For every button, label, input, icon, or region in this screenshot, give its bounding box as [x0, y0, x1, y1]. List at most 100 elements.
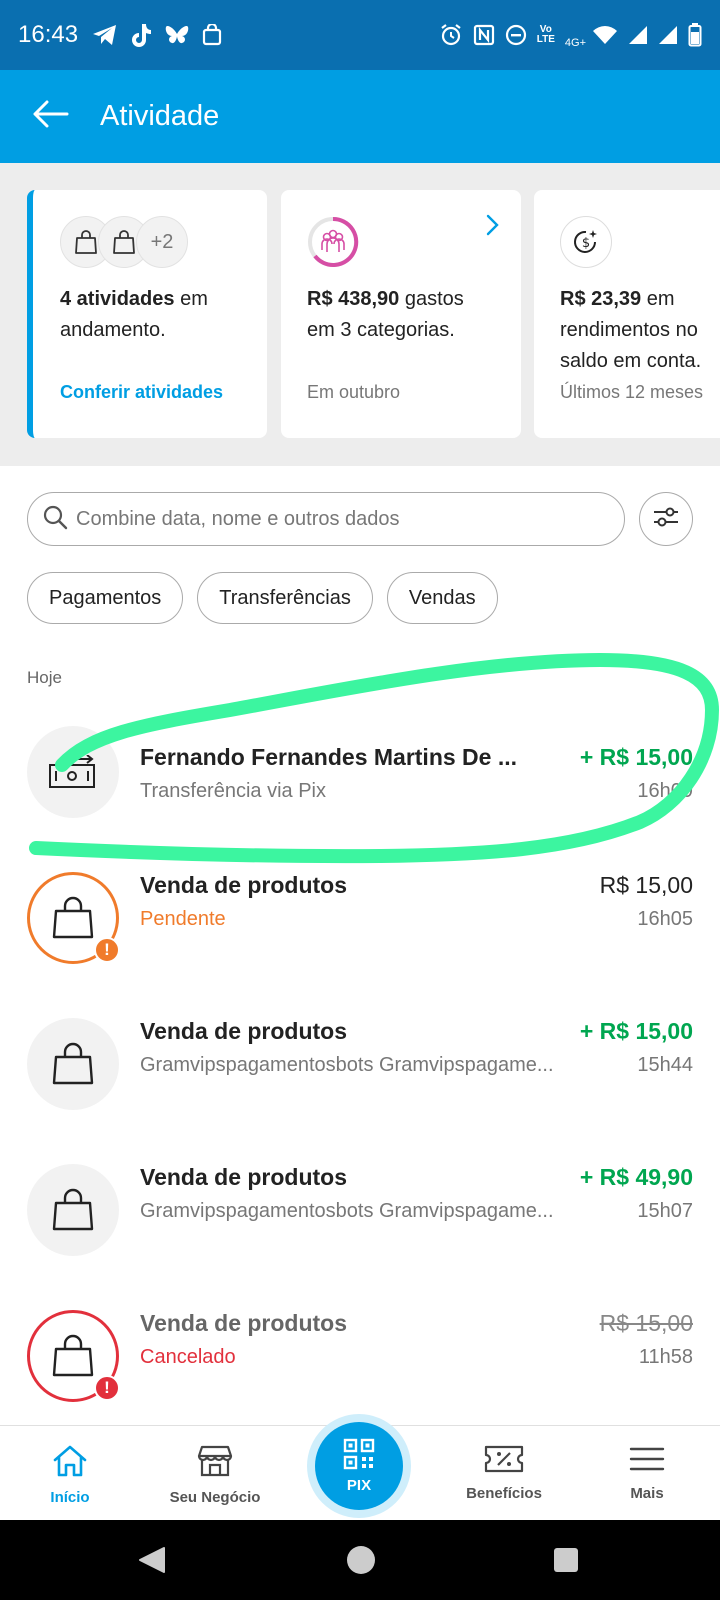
- qr-code-icon: [343, 1438, 375, 1475]
- chip-payments[interactable]: Pagamentos: [27, 572, 184, 624]
- transaction-amount: + R$ 49,90: [579, 1164, 693, 1190]
- summary-carousel[interactable]: +2 4 atividades em andamento. Conferir a…: [0, 163, 720, 466]
- nav-benefits-label: Benefícios: [466, 1485, 542, 1502]
- do-not-disturb-icon: [505, 24, 527, 46]
- status-bar: 16:43 Vo LTE 4G+: [0, 0, 720, 70]
- cancelled-alert-icon: !: [94, 1375, 120, 1401]
- system-navigation-bar: [0, 1520, 720, 1600]
- transaction-amount: + R$ 15,00: [579, 1018, 693, 1044]
- transaction-time: 16h09: [637, 780, 693, 802]
- nav-pix-label: PIX: [346, 1477, 372, 1494]
- shopping-bag-icon: [27, 1164, 119, 1256]
- back-button[interactable]: [0, 70, 100, 163]
- filter-chips: Pagamentos Transferências Vendas: [27, 572, 498, 624]
- transaction-amount: R$ 15,00: [599, 872, 693, 898]
- tiktok-icon: [130, 23, 152, 47]
- transaction-time: 15h07: [637, 1200, 693, 1222]
- earnings-period: Últimos 12 meses: [560, 382, 704, 402]
- page-title: Atividade: [100, 100, 220, 132]
- earnings-summary: R$ 23,39 em rendimentos no saldo em cont…: [560, 288, 702, 372]
- spending-period: Em outubro: [307, 382, 401, 402]
- transaction-title: Fernando Fernandes Martins De ...: [140, 744, 518, 770]
- nav-business[interactable]: Seu Negócio: [150, 1426, 280, 1521]
- money-transfer-icon: [27, 726, 119, 818]
- transaction-title: Venda de produtos: [140, 872, 348, 898]
- transaction-status: Cancelado: [140, 1346, 236, 1368]
- shopping-bag-icon: !: [27, 872, 120, 964]
- more-activities-count: +2: [136, 216, 188, 268]
- search-input[interactable]: [76, 507, 576, 531]
- nfc-icon: [473, 24, 495, 46]
- nav-more[interactable]: Mais: [582, 1426, 712, 1521]
- arrow-left-icon: [31, 99, 69, 134]
- status-time: 16:43: [18, 21, 79, 48]
- transaction-status: Pendente: [140, 908, 226, 930]
- svg-text:$: $: [582, 236, 590, 251]
- battery-icon: [688, 23, 702, 47]
- section-label-today: Hoje: [27, 668, 62, 687]
- transaction-title: Venda de produtos: [140, 1164, 348, 1190]
- filter-sliders-icon: [652, 505, 680, 534]
- signal-icon: [628, 25, 648, 45]
- transaction-time: 11h58: [638, 1346, 693, 1368]
- volte-icon: Vo LTE: [536, 24, 555, 45]
- menu-icon: [629, 1444, 665, 1479]
- system-recents-icon[interactable]: [553, 1547, 579, 1578]
- system-back-icon[interactable]: [138, 1546, 166, 1579]
- discount-ticket-icon: [484, 1444, 524, 1479]
- store-icon: [197, 1444, 233, 1483]
- search-icon: [42, 504, 68, 535]
- filter-button[interactable]: [639, 492, 693, 546]
- activity-avatars: +2: [60, 216, 241, 268]
- signal-icon: [658, 25, 678, 45]
- transaction-row[interactable]: Venda de produtos Gramvipspagamentosbots…: [0, 1148, 720, 1268]
- system-home-icon[interactable]: [346, 1545, 376, 1580]
- check-activities-link[interactable]: Conferir atividades: [60, 382, 223, 403]
- transaction-time: 16h05: [637, 908, 693, 930]
- activities-summary: 4 atividades em andamento.: [60, 288, 208, 341]
- shopping-bag-icon: [202, 24, 222, 46]
- shopping-bag-icon: [27, 1018, 119, 1110]
- transaction-row[interactable]: ! Venda de produtos Pendente R$ 15,00 16…: [0, 856, 720, 976]
- app-bar: Atividade: [0, 70, 720, 163]
- transaction-title: Venda de produtos: [140, 1018, 348, 1044]
- pending-alert-icon: !: [94, 937, 120, 963]
- status-right-icons: Vo LTE 4G+: [439, 21, 702, 49]
- nav-home-label: Início: [50, 1489, 90, 1506]
- transaction-amount: R$ 15,00: [599, 1310, 693, 1336]
- transaction-row[interactable]: Fernando Fernandes Martins De ... Transf…: [0, 710, 720, 830]
- search-row: [27, 492, 693, 546]
- transaction-time: 15h44: [637, 1054, 693, 1076]
- transaction-subtitle: Gramvipspagamentosbots Gramvipspagame...: [140, 1054, 554, 1076]
- transaction-row[interactable]: Venda de produtos Gramvipspagamentosbots…: [0, 1002, 720, 1122]
- nav-home[interactable]: Início: [5, 1426, 135, 1521]
- earnings-icon: $: [560, 216, 612, 268]
- spending-categories-icon: [307, 216, 359, 268]
- activities-card[interactable]: +2 4 atividades em andamento. Conferir a…: [27, 190, 267, 438]
- telegram-icon: [92, 24, 118, 46]
- nav-pix-button[interactable]: PIX: [307, 1414, 411, 1518]
- transaction-amount: + R$ 15,00: [579, 744, 693, 770]
- nav-benefits[interactable]: Benefícios: [439, 1426, 569, 1521]
- shopping-bag-icon: !: [27, 1310, 120, 1402]
- bluesky-icon: [164, 24, 190, 46]
- network-type: 4G+: [564, 37, 586, 49]
- spending-card[interactable]: R$ 438,90 gastos em 3 categorias. Em out…: [281, 190, 521, 438]
- search-box[interactable]: [27, 492, 626, 546]
- bottom-navigation: Início Seu Negócio PIX Benefícios Mais: [0, 1414, 720, 1521]
- alarm-icon: [439, 23, 463, 47]
- nav-more-label: Mais: [630, 1485, 664, 1502]
- home-icon: [52, 1444, 88, 1483]
- earnings-card[interactable]: $ R$ 23,39 em rendimentos no saldo em co…: [534, 190, 720, 438]
- chip-sales[interactable]: Vendas: [386, 572, 498, 624]
- nav-business-label: Seu Negócio: [169, 1489, 261, 1506]
- status-left-icons: [92, 23, 222, 47]
- transaction-row[interactable]: ! Venda de produtos Cancelado R$ 15,00 1…: [0, 1294, 720, 1414]
- chevron-right-icon[interactable]: [485, 214, 499, 241]
- spending-summary: R$ 438,90 gastos em 3 categorias.: [307, 288, 464, 341]
- transaction-subtitle: Transferência via Pix: [140, 780, 326, 802]
- wifi-icon: [592, 25, 618, 45]
- transaction-title: Venda de produtos: [140, 1310, 348, 1336]
- chip-transfers[interactable]: Transferências: [197, 572, 373, 624]
- transaction-subtitle: Gramvipspagamentosbots Gramvipspagame...: [140, 1200, 554, 1222]
